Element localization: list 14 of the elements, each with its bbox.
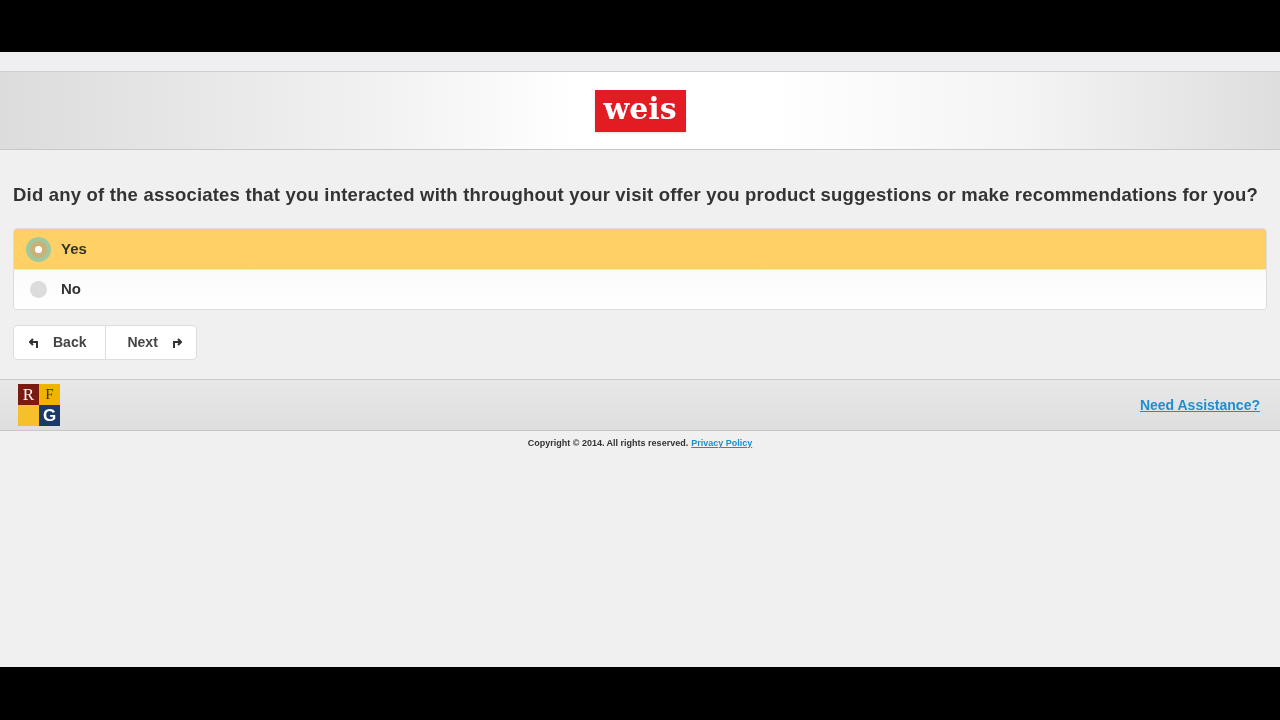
answer-option[interactable]: Yes [14,229,1266,269]
option-label: No [61,279,81,300]
option-label: Yes [61,238,87,259]
store-logo: weis [594,89,686,132]
copyright-text: Copyright © 2014. All rights reserved. [527,437,689,450]
radio-button[interactable] [30,240,47,258]
undo-arrow-icon [29,336,39,349]
company-logo: R F G [18,384,60,426]
question-text: Did any of the associates that you interacted with throughout your visit offer you product suggestions or make recommendations for you? [13,183,1260,207]
next-button[interactable]: Next [105,325,197,360]
answer-option[interactable]: No [14,269,1266,309]
radio-button[interactable] [30,281,47,298]
back-button[interactable]: Back [13,325,107,360]
redo-arrow-icon [171,336,182,349]
